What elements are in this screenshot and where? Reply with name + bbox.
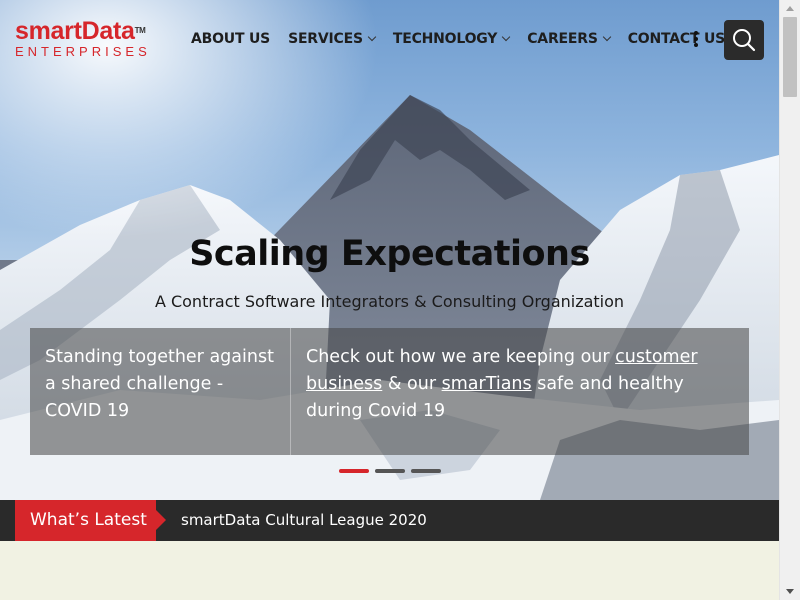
nav-about-us[interactable]: ABOUT US	[191, 31, 270, 47]
hero-subtitle: A Contract Software Integrators & Consul…	[154, 292, 625, 311]
nav-technology[interactable]: TECHNOLOGY	[392, 31, 511, 47]
covid-notice-left[interactable]: Standing together against a shared chall…	[30, 328, 291, 455]
covid-notice-right: Check out how we are keeping our custome…	[291, 328, 749, 455]
nav-contact-us[interactable]: CONTACT US	[627, 31, 726, 47]
main-nav: ABOUT US SERVICES TECHNOLOGY CAREERS CON…	[191, 31, 743, 47]
logo-subtext: ENTERPRISES	[15, 44, 151, 59]
chevron-down-icon	[602, 32, 611, 42]
site-logo[interactable]: smartDataTM ENTERPRISES	[15, 18, 151, 59]
smartians-link[interactable]: smarTians	[442, 374, 532, 394]
latest-news-link[interactable]: smartData Cultural League 2020	[181, 500, 427, 541]
nav-label: ABOUT US	[191, 31, 271, 47]
nav-label: TECHNOLOGY	[392, 31, 498, 47]
nav-label: CAREERS	[527, 31, 598, 47]
whats-latest-label: What’s Latest	[15, 500, 166, 541]
carousel-indicators	[339, 469, 447, 473]
page: smartDataTM ENTERPRISES ABOUT US SERVICE…	[0, 0, 779, 600]
logo-text: smartData	[15, 17, 135, 45]
arrow-up-icon	[786, 6, 794, 11]
carousel-dot-2[interactable]	[375, 469, 405, 473]
kebab-menu-icon[interactable]	[693, 31, 699, 47]
carousel-dot-1[interactable]	[339, 469, 369, 473]
nav-label: SERVICES	[288, 31, 363, 47]
scroll-down-button[interactable]	[780, 583, 800, 600]
logo-trademark: TM	[134, 26, 146, 35]
carousel-dot-3[interactable]	[411, 469, 441, 473]
vertical-scrollbar[interactable]	[779, 0, 800, 600]
search-button[interactable]	[724, 20, 764, 60]
search-icon	[733, 29, 756, 52]
nav-careers[interactable]: CAREERS	[527, 31, 611, 47]
nav-label: CONTACT US	[627, 31, 726, 47]
scroll-up-button[interactable]	[780, 0, 800, 17]
site-header: smartDataTM ENTERPRISES ABOUT US SERVICE…	[0, 0, 779, 80]
info-text: Check out how we are keeping our	[306, 347, 616, 367]
hero-info-box: Standing together against a shared chall…	[30, 328, 749, 455]
info-text: & our	[382, 374, 442, 394]
content-section	[0, 541, 779, 600]
scroll-thumb[interactable]	[783, 17, 797, 97]
chevron-down-icon	[501, 32, 511, 42]
whats-latest-bar: What’s Latest smartData Cultural League …	[0, 500, 779, 541]
arrow-down-icon	[786, 589, 794, 594]
nav-services[interactable]: SERVICES	[288, 31, 377, 47]
chevron-down-icon	[367, 32, 377, 42]
hero-title: Scaling Expectations	[189, 234, 590, 274]
